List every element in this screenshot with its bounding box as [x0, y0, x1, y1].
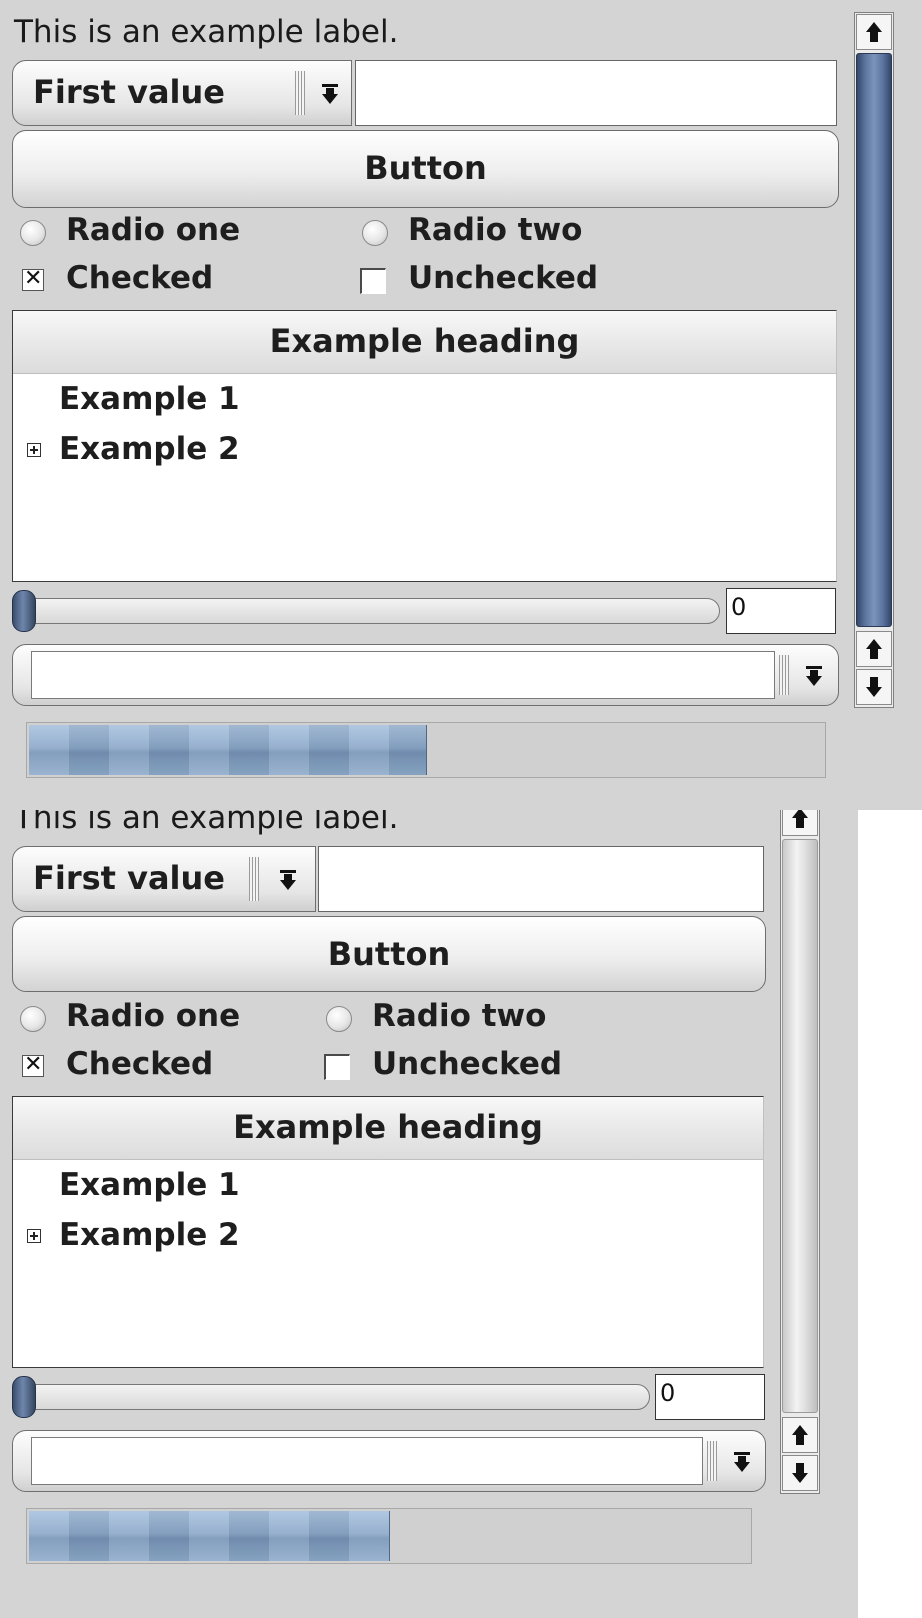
progress-bar — [26, 722, 826, 778]
slider-track[interactable] — [12, 598, 720, 624]
progress-fill — [29, 725, 427, 775]
tree-column-header[interactable]: Example heading — [13, 311, 836, 374]
radio-one[interactable] — [20, 1006, 46, 1032]
combo-selected-value: First value — [33, 73, 225, 111]
checkbox-unchecked[interactable] — [324, 1054, 350, 1080]
tree-item[interactable]: Example 2 — [59, 431, 240, 467]
dropdown-arrow-icon — [322, 84, 338, 104]
button-label: Button — [364, 149, 487, 187]
example-button[interactable]: Button — [12, 130, 839, 208]
arrow-up-icon — [792, 1425, 808, 1445]
editable-combo-input[interactable] — [31, 651, 775, 699]
example-label: This is an example label. — [14, 14, 399, 50]
radio-one-label: Radio one — [66, 998, 241, 1034]
scrollbar-thumb[interactable] — [782, 839, 818, 1413]
spin-box[interactable]: 0 — [655, 1374, 765, 1420]
radio-two[interactable] — [362, 220, 388, 246]
checkbox-unchecked-label: Unchecked — [408, 260, 599, 296]
dropdown-arrow-icon — [734, 1452, 750, 1472]
vertical-scrollbar[interactable] — [854, 12, 894, 708]
text-input[interactable] — [318, 846, 764, 912]
radio-two-label: Radio two — [408, 212, 583, 248]
progress-fill — [29, 1511, 390, 1561]
slider-handle[interactable] — [12, 590, 36, 632]
arrow-up-icon — [866, 22, 882, 42]
combo-separator — [295, 71, 305, 115]
editable-combo[interactable] — [12, 1430, 766, 1492]
slider-track[interactable] — [12, 1384, 650, 1410]
tree-view[interactable]: Example heading Example 1 Example 2 — [12, 310, 837, 582]
tree-column-header[interactable]: Example heading — [13, 1097, 763, 1160]
scroll-up-button[interactable] — [782, 1417, 818, 1453]
arrow-up-icon — [792, 810, 808, 828]
editable-combo-input[interactable] — [31, 1437, 703, 1485]
combo-separator — [249, 857, 259, 901]
tree-item[interactable]: Example 2 — [59, 1217, 240, 1253]
spin-box[interactable]: 0 — [726, 588, 836, 634]
example-button[interactable]: Button — [12, 916, 766, 992]
dropdown-arrow-icon — [806, 666, 822, 686]
scrollbar-thumb[interactable] — [856, 53, 892, 627]
combo-separator — [779, 655, 789, 695]
combo-separator — [707, 1441, 717, 1481]
button-label: Button — [327, 935, 451, 973]
checkbox-checked[interactable]: ✕ — [22, 1052, 44, 1077]
tree-item[interactable]: Example 1 — [59, 1167, 240, 1203]
radio-one[interactable] — [20, 220, 46, 246]
example-label: This is an example label. — [14, 810, 399, 836]
scroll-down-button[interactable] — [782, 1455, 818, 1491]
widget-panel: This is an example label. First value Bu… — [0, 810, 858, 1618]
radio-two-label: Radio two — [372, 998, 547, 1034]
arrow-down-icon — [866, 677, 882, 697]
vertical-scrollbar[interactable] — [780, 810, 820, 1494]
text-input[interactable] — [355, 60, 837, 126]
progress-bar — [26, 1508, 752, 1564]
radio-one-label: Radio one — [66, 212, 241, 248]
scroll-down-button[interactable] — [856, 669, 892, 705]
checkbox-checked-label: Checked — [66, 1046, 214, 1082]
scroll-up-button[interactable] — [856, 631, 892, 667]
tree-heading-label: Example heading — [233, 1108, 543, 1146]
combo-box[interactable]: First value — [12, 60, 352, 126]
tree-item[interactable]: Example 1 — [59, 381, 240, 417]
checkbox-unchecked[interactable] — [360, 268, 386, 294]
combo-selected-value: First value — [33, 859, 225, 897]
tree-heading-label: Example heading — [269, 322, 580, 360]
checkbox-checked-label: Checked — [66, 260, 214, 296]
slider-handle[interactable] — [12, 1376, 36, 1418]
check-mark-icon: ✕ — [24, 1052, 43, 1077]
dropdown-arrow-icon — [280, 870, 296, 890]
arrow-up-icon — [866, 639, 882, 659]
radio-two[interactable] — [326, 1006, 352, 1032]
scroll-up-button[interactable] — [782, 810, 818, 836]
checkbox-unchecked-label: Unchecked — [372, 1046, 563, 1082]
plus-box-icon[interactable] — [27, 443, 41, 457]
tree-view[interactable]: Example heading Example 1 Example 2 — [12, 1096, 764, 1368]
editable-combo[interactable] — [12, 644, 839, 706]
combo-box[interactable]: First value — [12, 846, 316, 912]
widget-panel: This is an example label. First value Bu… — [0, 0, 922, 810]
arrow-down-icon — [792, 1463, 808, 1483]
check-mark-icon: ✕ — [24, 266, 43, 291]
plus-box-icon[interactable] — [27, 1229, 41, 1243]
checkbox-checked[interactable]: ✕ — [22, 266, 44, 291]
scroll-up-button[interactable] — [856, 14, 892, 50]
